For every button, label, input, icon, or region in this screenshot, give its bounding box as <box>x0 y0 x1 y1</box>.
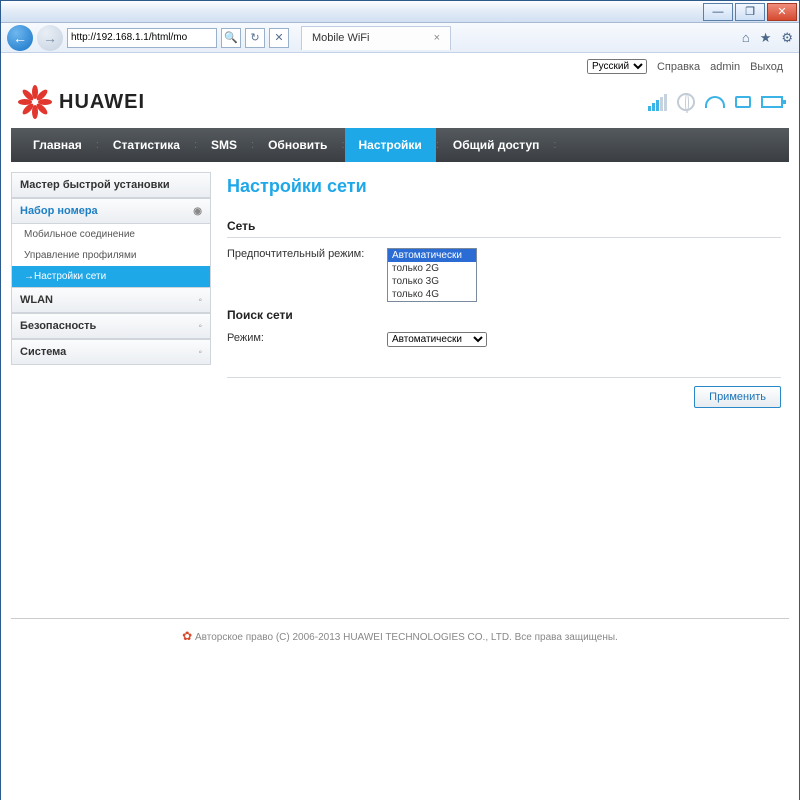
page-topbar: Русский Справка admin Выход <box>1 53 799 80</box>
chevron-icon: ◦ <box>198 347 202 358</box>
sidebar-item-mobile-connection[interactable]: Мобильное соединение <box>11 224 211 245</box>
tab-close-icon[interactable]: × <box>434 32 440 44</box>
huawei-logo: HUAWEI <box>17 84 145 120</box>
refresh-button[interactable]: ↻ <box>245 28 265 48</box>
window-titlebar: — ❐ ✕ <box>1 1 799 23</box>
page-footer: ✿ Авторское право (C) 2006-2013 HUAWEI T… <box>11 618 789 653</box>
help-link[interactable]: Справка <box>657 61 700 73</box>
tab-title: Mobile WiFi <box>312 32 369 44</box>
sidebar-label: Система <box>20 346 66 358</box>
browser-tab[interactable]: Mobile WiFi × <box>301 26 451 50</box>
language-select[interactable]: Русский <box>587 59 647 74</box>
url-input[interactable] <box>71 32 213 43</box>
copyright-text: Авторское право (C) 2006-2013 HUAWEI TEC… <box>195 632 618 643</box>
sidebar-section-wlan[interactable]: WLAN ◦ <box>11 287 211 313</box>
pref-mode-option-2g[interactable]: только 2G <box>388 262 476 275</box>
footer-logo-icon: ✿ <box>182 629 192 643</box>
chevron-icon: ◦ <box>198 295 202 306</box>
pref-mode-option-3g[interactable]: только 3G <box>388 275 476 288</box>
user-link[interactable]: admin <box>710 61 740 73</box>
pref-mode-label: Предпочтительный режим: <box>227 248 387 260</box>
browser-window: — ❐ ✕ ← → 🔍 ↻ ✕ Mobile WiFi × ⌂ ★ ⚙ <box>0 0 800 800</box>
search-mode-select[interactable]: Автоматически <box>387 332 487 347</box>
address-bar[interactable] <box>67 28 217 48</box>
sidebar-label: Мастер быстрой установки <box>20 179 170 191</box>
page-viewport: Русский Справка admin Выход HUAWEI <box>1 53 799 800</box>
wifi-icon <box>705 96 725 108</box>
sidebar-section-wizard[interactable]: Мастер быстрой установки <box>11 172 211 198</box>
nav-update[interactable]: Обновить <box>254 128 341 162</box>
battery-icon <box>761 96 783 108</box>
tools-icon[interactable]: ⚙ <box>781 30 793 46</box>
huawei-petal-icon <box>17 84 53 120</box>
settings-panel: Настройки сети Сеть Предпочтительный реж… <box>227 172 789 408</box>
sidebar-item-network-settings[interactable]: →Настройки сети <box>11 266 211 287</box>
sidebar-section-system[interactable]: Система ◦ <box>11 339 211 365</box>
nav-home[interactable]: Главная <box>19 128 96 162</box>
pref-mode-select-open[interactable]: Автоматически только 2G только 3G только… <box>387 248 477 302</box>
browser-toolbar: ← → 🔍 ↻ ✕ Mobile WiFi × ⌂ ★ ⚙ <box>1 23 799 53</box>
sidebar-label: WLAN <box>20 294 53 306</box>
sim-icon <box>735 96 751 108</box>
apply-button[interactable]: Применить <box>694 386 781 408</box>
section-search-heading: Поиск сети <box>227 308 781 326</box>
sidebar-section-dialup[interactable]: Набор номера ◉ <box>11 198 211 224</box>
nav-back-button[interactable]: ← <box>7 25 33 51</box>
sidebar-item-profile-mgmt[interactable]: Управление профилями <box>11 245 211 266</box>
nav-share[interactable]: Общий доступ <box>439 128 554 162</box>
logout-link[interactable]: Выход <box>750 61 783 73</box>
window-maximize-button[interactable]: ❐ <box>735 3 765 21</box>
chevron-icon: ◉ <box>193 206 202 217</box>
sidebar-label: Безопасность <box>20 320 96 332</box>
pref-mode-option-4g[interactable]: только 4G <box>388 288 476 301</box>
favorites-icon[interactable]: ★ <box>760 30 772 46</box>
stop-button[interactable]: ✕ <box>269 28 289 48</box>
sidebar-label: Набор номера <box>20 205 98 217</box>
sidebar-section-security[interactable]: Безопасность ◦ <box>11 313 211 339</box>
nav-settings[interactable]: Настройки <box>345 128 436 162</box>
window-minimize-button[interactable]: — <box>703 3 733 21</box>
status-icons <box>648 93 783 111</box>
globe-icon <box>677 93 695 111</box>
logo-text: HUAWEI <box>59 91 145 114</box>
settings-sidebar: Мастер быстрой установки Набор номера ◉ М… <box>11 172 211 408</box>
signal-icon <box>648 94 667 111</box>
nav-forward-button[interactable]: → <box>37 25 63 51</box>
pref-mode-option-auto[interactable]: Автоматически <box>388 249 476 262</box>
page-title: Настройки сети <box>227 172 781 213</box>
search-go-button[interactable]: 🔍 <box>221 28 241 48</box>
main-nav: Главная: Статистика: SMS: Обновить: Наст… <box>11 128 789 162</box>
nav-sms[interactable]: SMS <box>197 128 251 162</box>
mode-label: Режим: <box>227 332 387 344</box>
home-icon[interactable]: ⌂ <box>742 30 750 46</box>
section-network-heading: Сеть <box>227 219 781 238</box>
chevron-icon: ◦ <box>198 321 202 332</box>
nav-stats[interactable]: Статистика <box>99 128 194 162</box>
window-close-button[interactable]: ✕ <box>767 3 797 21</box>
